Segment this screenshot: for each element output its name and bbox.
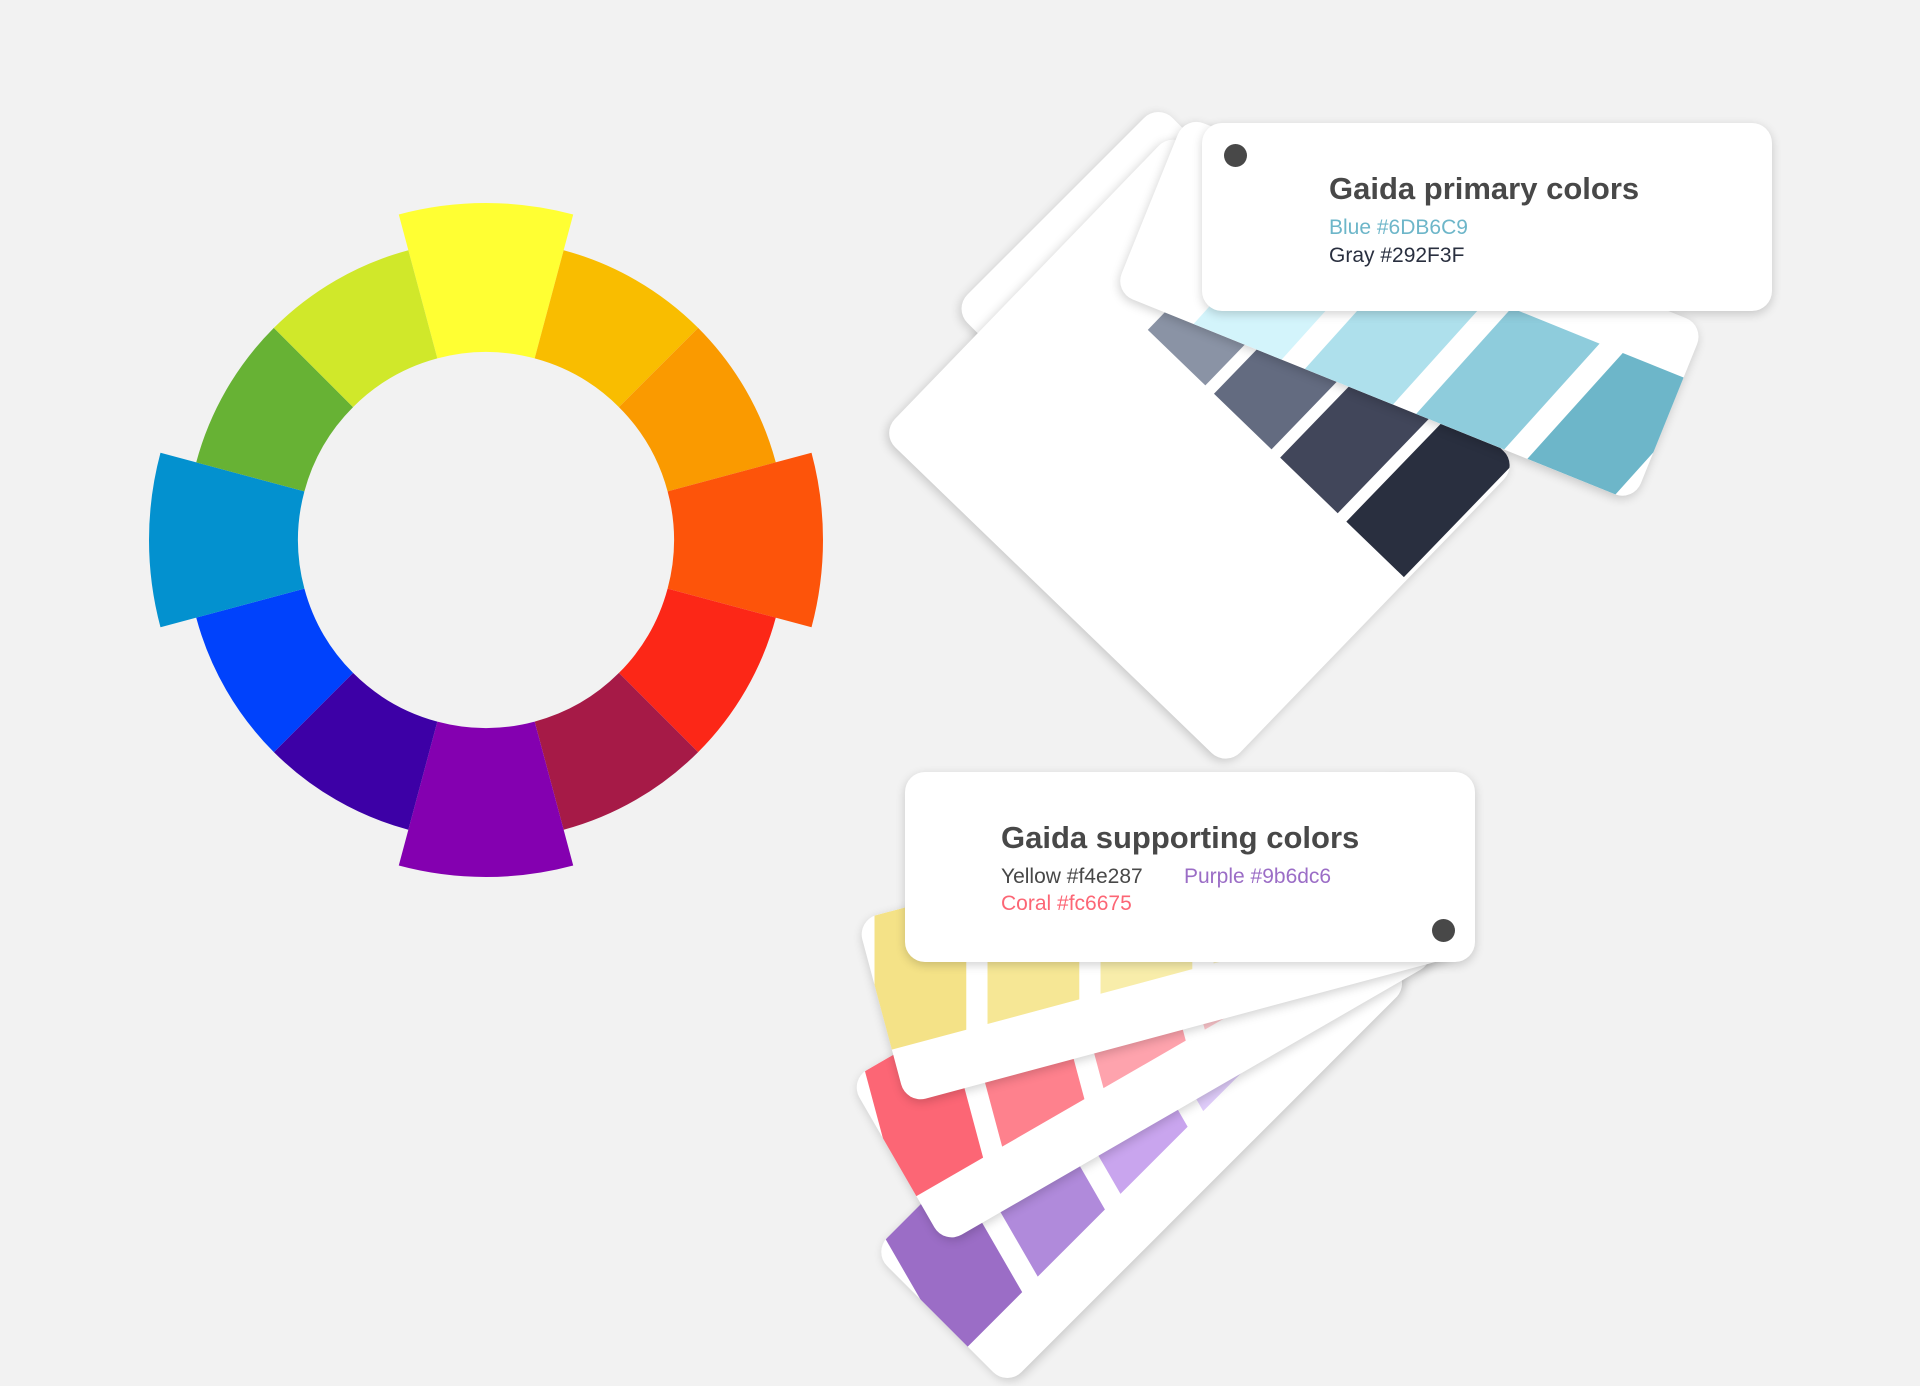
supporting-swatch-yellow-label: Yellow #f4e287 xyxy=(1001,865,1143,888)
swatch-hole xyxy=(1432,919,1455,942)
supporting-swatch-coral-label: Coral #fc6675 xyxy=(1001,892,1132,915)
canvas: Gaida primary colors Blue #6DB6C9 Gray #… xyxy=(0,0,1920,1386)
supporting-swatch-fan: Gaida supporting colors Yellow #f4e287 P… xyxy=(0,0,1920,1386)
supporting-swatch-front-card: Gaida supporting colors Yellow #f4e287 P… xyxy=(905,772,1475,962)
supporting-swatch-title: Gaida supporting colors xyxy=(1001,820,1360,855)
supporting-swatch-purple-label: Purple #9b6dc6 xyxy=(1184,865,1332,888)
